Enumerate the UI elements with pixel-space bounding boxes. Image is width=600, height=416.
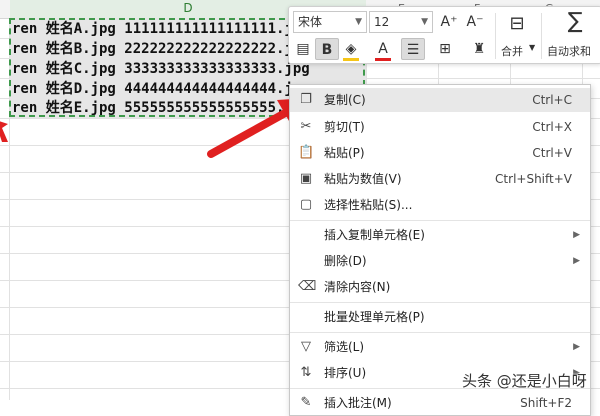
autosum-button[interactable]: 自动求和 (547, 43, 591, 59)
menu-item-insert-copied[interactable]: 插入复制单元格(E) ▶ (290, 223, 590, 247)
menu-divider (290, 332, 590, 333)
chevron-down-icon: ▼ (355, 17, 362, 27)
brush-icon: ♜ (472, 41, 486, 57)
menu-item-shortcut: Shift+F2 (520, 396, 572, 410)
menu-item-label: 删除(D) (324, 254, 367, 268)
context-menu: ❐ 复制(C) Ctrl+C ✂ 剪切(T) Ctrl+X 📋 粘贴(P) Ct… (289, 84, 591, 416)
menu-item-shortcut: Ctrl+V (532, 146, 572, 160)
eraser-icon: ⌫ (298, 279, 317, 294)
sort-az-icon: ⇅ (300, 365, 312, 380)
menu-item-delete[interactable]: 删除(D) ▶ (290, 249, 590, 273)
menu-item-label: 清除内容(N) (324, 280, 391, 294)
align-icon[interactable]: ▤ (291, 38, 315, 60)
copy-icon: ❐ (300, 92, 312, 107)
menu-item-label: 复制(C) (324, 93, 366, 107)
increase-font-button[interactable]: A⁺ (437, 11, 461, 33)
decrease-font-button[interactable]: A⁻ (463, 11, 487, 33)
menu-item-label: 选择性粘贴(S)... (324, 198, 413, 212)
menu-item-clear[interactable]: ⌫ 清除内容(N) (290, 275, 590, 299)
menu-item-batch[interactable]: 批量处理单元格(P) (290, 305, 590, 329)
menu-item-shortcut: Ctrl+C (532, 93, 572, 107)
bold-button[interactable]: B (315, 38, 339, 60)
menu-item-label: 批量处理单元格(P) (324, 310, 425, 324)
sigma-icon[interactable]: ∑ (563, 11, 587, 33)
menu-item-paste-special[interactable]: ▢ 选择性粘贴(S)... (290, 193, 590, 217)
menu-item-label: 插入批注(M) (324, 396, 392, 410)
merge-icon[interactable]: ⊟ (505, 13, 529, 35)
watermark: 头条 @还是小白呀 (462, 372, 587, 390)
font-name-value: 宋体 (298, 15, 323, 29)
menu-divider (290, 220, 590, 221)
menu-item-label: 插入复制单元格(E) (324, 228, 425, 242)
menu-item-paste[interactable]: 📋 粘贴(P) Ctrl+V (290, 141, 590, 165)
red-arrow-left (0, 121, 8, 142)
font-name-select[interactable]: 宋体 ▼ (293, 11, 367, 33)
chevron-down-icon: ▼ (421, 17, 428, 27)
borders-button[interactable]: ⊞ (433, 38, 457, 60)
toolbar-divider (541, 13, 542, 59)
menu-item-cut[interactable]: ✂ 剪切(T) Ctrl+X (290, 115, 590, 139)
menu-item-shortcut: Ctrl+X (532, 120, 572, 134)
format-painter-button[interactable]: ♜ (467, 38, 491, 60)
menu-item-label: 粘贴(P) (324, 146, 365, 160)
menu-item-label: 剪切(T) (324, 120, 365, 134)
fill-color-bar (343, 58, 359, 61)
comment-icon: ✎ (300, 395, 312, 410)
fill-color-button[interactable]: ◈ (339, 38, 363, 60)
menu-item-label: 排序(U) (324, 366, 367, 380)
font-size-value: 12 (374, 15, 390, 29)
merge-button[interactable]: 合并 (501, 43, 523, 59)
toolbar-divider (495, 13, 496, 59)
scissors-icon: ✂ (300, 119, 312, 134)
menu-item-comment[interactable]: ✎ 插入批注(M) Shift+F2 (290, 391, 590, 415)
paste-special-icon: ▢ (299, 197, 313, 212)
font-color-button[interactable]: A (371, 38, 395, 60)
text-align-button[interactable]: ☰ (401, 38, 425, 60)
chevron-right-icon: ▶ (573, 342, 580, 352)
paste-values-icon: ▣ (299, 171, 313, 186)
chevron-right-icon: ▶ (573, 256, 580, 266)
align-center-icon: ☰ (406, 42, 420, 58)
menu-item-shortcut: Ctrl+Shift+V (495, 172, 572, 186)
filter-icon: ▽ (301, 339, 311, 354)
menu-item-filter[interactable]: ▽ 筛选(L) ▶ (290, 335, 590, 359)
border-grid-icon: ⊞ (439, 41, 451, 57)
font-size-select[interactable]: 12 ▼ (369, 11, 433, 33)
font-color-bar (375, 58, 391, 61)
menu-item-copy[interactable]: ❐ 复制(C) Ctrl+C (290, 88, 590, 112)
menu-item-paste-values[interactable]: ▣ 粘贴为数值(V) Ctrl+Shift+V (290, 167, 590, 191)
mini-format-toolbar: 宋体 ▼ 12 ▼ A⁺ A⁻ ▤ B ◈ A ☰ ⊞ ♜ ⊟ 合并 ▼ ∑ 自… (288, 6, 600, 64)
menu-item-label: 粘贴为数值(V) (324, 172, 402, 186)
chevron-down-icon: ▼ (529, 43, 536, 52)
clipboard-icon: 📋 (298, 145, 315, 160)
paint-bucket-icon: ◈ (345, 41, 357, 57)
menu-divider (290, 302, 590, 303)
chevron-right-icon: ▶ (573, 230, 580, 240)
menu-item-label: 筛选(L) (324, 340, 365, 354)
